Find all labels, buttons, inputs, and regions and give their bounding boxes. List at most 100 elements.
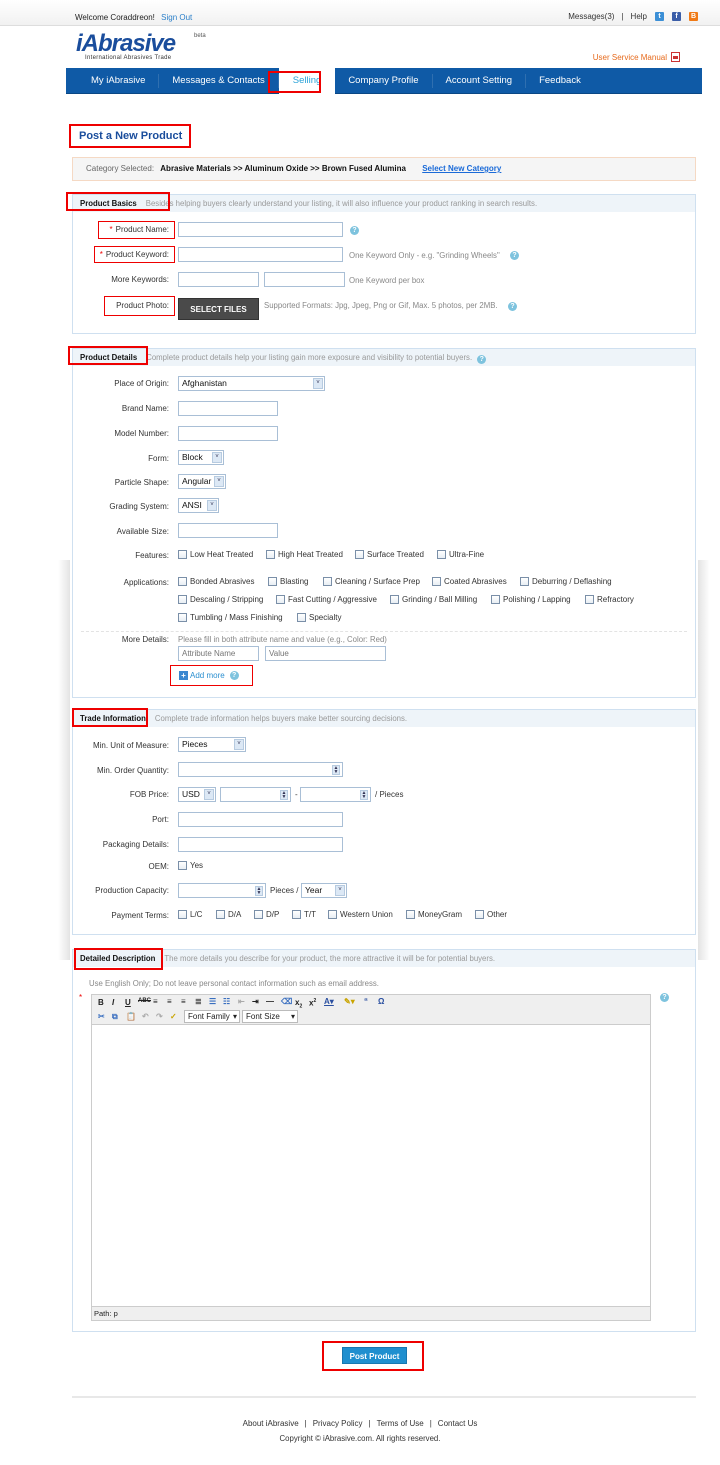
cleanup-icon[interactable]: ✓ bbox=[170, 1012, 177, 1021]
help-icon[interactable]: ? bbox=[510, 251, 519, 260]
attribute-value-input[interactable] bbox=[265, 646, 386, 661]
add-more-link[interactable]: + Add more ? bbox=[179, 671, 239, 680]
align-center-icon[interactable]: ≡ bbox=[167, 997, 172, 1006]
checkbox-icon[interactable] bbox=[491, 595, 500, 604]
payment-checkbox[interactable]: D/P bbox=[254, 910, 279, 919]
editor-content-area[interactable] bbox=[92, 1025, 650, 1306]
horizontal-rule-icon[interactable]: — bbox=[266, 997, 274, 1006]
bold-icon[interactable]: B bbox=[98, 998, 104, 1007]
paste-icon[interactable]: 📋 bbox=[126, 1012, 136, 1021]
fob-max-input[interactable]: ▲ ▼ bbox=[300, 787, 371, 802]
checkbox-icon[interactable] bbox=[276, 595, 285, 604]
footer-link-contact[interactable]: Contact Us bbox=[438, 1419, 478, 1428]
port-input[interactable] bbox=[178, 812, 343, 827]
application-checkbox[interactable]: Grinding / Ball Milling bbox=[390, 595, 477, 604]
underline-icon[interactable]: U bbox=[125, 998, 131, 1007]
application-checkbox[interactable]: Coated Abrasives bbox=[432, 577, 507, 586]
feature-checkbox[interactable]: Surface Treated bbox=[355, 550, 424, 559]
checkbox-icon[interactable] bbox=[178, 595, 187, 604]
align-left-icon[interactable]: ≡ bbox=[153, 997, 158, 1006]
spinner-icon[interactable]: ▲ ▼ bbox=[360, 790, 368, 800]
copy-icon[interactable]: ⧉ bbox=[112, 1012, 118, 1022]
special-char-icon[interactable]: Ω bbox=[378, 997, 384, 1006]
cut-icon[interactable]: ✂ bbox=[98, 1012, 105, 1021]
spinner-icon[interactable]: ▲ ▼ bbox=[280, 790, 288, 800]
feature-checkbox[interactable]: High Heat Treated bbox=[266, 550, 343, 559]
checkbox-icon[interactable] bbox=[297, 613, 306, 622]
capacity-period-select[interactable]: Year ˅ bbox=[301, 883, 347, 898]
checkbox-icon[interactable] bbox=[178, 861, 187, 870]
remove-format-icon[interactable]: ⌫ bbox=[281, 997, 292, 1006]
footer-link-terms[interactable]: Terms of Use bbox=[377, 1419, 424, 1428]
application-checkbox[interactable]: Refractory bbox=[585, 595, 634, 604]
checkbox-icon[interactable] bbox=[216, 910, 225, 919]
subscript-icon[interactable]: x2 bbox=[295, 998, 302, 1010]
checkbox-icon[interactable] bbox=[432, 577, 441, 586]
capacity-input[interactable]: ▲ ▼ bbox=[178, 883, 266, 898]
twitter-icon[interactable]: t bbox=[655, 12, 664, 21]
nav-company-profile[interactable]: Company Profile bbox=[335, 73, 433, 88]
payment-checkbox[interactable]: T/T bbox=[292, 910, 316, 919]
payment-checkbox[interactable]: D/A bbox=[216, 910, 241, 919]
form-select[interactable]: Block ˅ bbox=[178, 450, 224, 465]
application-checkbox[interactable]: Blasting bbox=[268, 577, 308, 586]
strikethrough-icon[interactable]: ABC bbox=[138, 998, 151, 1004]
checkbox-icon[interactable] bbox=[585, 595, 594, 604]
help-icon[interactable]: ? bbox=[508, 302, 517, 311]
currency-select[interactable]: USD ˅ bbox=[178, 787, 216, 802]
checkbox-icon[interactable] bbox=[328, 910, 337, 919]
help-icon[interactable]: ? bbox=[229, 671, 239, 680]
payment-checkbox[interactable]: MoneyGram bbox=[406, 910, 462, 919]
help-icon[interactable]: ? bbox=[660, 993, 669, 1002]
blogger-icon[interactable]: B bbox=[689, 12, 698, 21]
product-name-input[interactable] bbox=[178, 222, 343, 237]
select-files-button[interactable]: SELECT FILES bbox=[178, 298, 259, 320]
checkbox-icon[interactable] bbox=[406, 910, 415, 919]
min-unit-select[interactable]: Pieces ˅ bbox=[178, 737, 246, 752]
undo-icon[interactable]: ↶ bbox=[142, 1012, 149, 1021]
application-checkbox[interactable]: Tumbling / Mass Finishing bbox=[178, 613, 283, 622]
blockquote-icon[interactable]: “ bbox=[364, 997, 368, 1006]
font-size-select[interactable]: Font Size ▾ bbox=[242, 1010, 298, 1023]
checkbox-icon[interactable] bbox=[268, 577, 277, 586]
oem-checkbox[interactable]: Yes bbox=[178, 861, 203, 870]
brand-name-input[interactable] bbox=[178, 401, 278, 416]
payment-checkbox[interactable]: L/C bbox=[178, 910, 202, 919]
spinner-icon[interactable]: ▲ ▼ bbox=[255, 886, 263, 896]
align-right-icon[interactable]: ≡ bbox=[181, 997, 186, 1006]
checkbox-icon[interactable] bbox=[178, 577, 187, 586]
messages-link[interactable]: Messages(3) bbox=[568, 12, 614, 21]
payment-checkbox[interactable]: Other bbox=[475, 910, 507, 919]
application-checkbox[interactable]: Specialty bbox=[297, 613, 341, 622]
checkbox-icon[interactable] bbox=[178, 613, 187, 622]
checkbox-icon[interactable] bbox=[254, 910, 263, 919]
particle-shape-select[interactable]: Angular ˅ bbox=[178, 474, 226, 489]
feature-checkbox[interactable]: Ultra-Fine bbox=[437, 550, 484, 559]
post-product-button[interactable]: Post Product bbox=[342, 1347, 407, 1364]
place-of-origin-select[interactable]: Afghanistan ˅ bbox=[178, 376, 325, 391]
site-logo[interactable]: iAbrasive beta International Abrasives T… bbox=[76, 30, 206, 61]
justify-icon[interactable]: ≣ bbox=[195, 997, 202, 1006]
italic-icon[interactable]: I bbox=[112, 998, 114, 1007]
feature-checkbox[interactable]: Low Heat Treated bbox=[178, 550, 253, 559]
grading-system-select[interactable]: ANSI ˅ bbox=[178, 498, 219, 513]
attribute-name-input[interactable] bbox=[178, 646, 259, 661]
redo-icon[interactable]: ↷ bbox=[156, 1012, 163, 1021]
bullet-list-icon[interactable]: ☰ bbox=[209, 997, 216, 1006]
application-checkbox[interactable]: Fast Cutting / Aggressive bbox=[276, 595, 377, 604]
application-checkbox[interactable]: Bonded Abrasives bbox=[178, 577, 255, 586]
checkbox-icon[interactable] bbox=[292, 910, 301, 919]
checkbox-icon[interactable] bbox=[475, 910, 484, 919]
nav-my-iabrasive[interactable]: My iAbrasive bbox=[66, 73, 160, 88]
select-new-category-link[interactable]: Select New Category bbox=[422, 164, 501, 173]
application-checkbox[interactable]: Polishing / Lapping bbox=[491, 595, 571, 604]
checkbox-icon[interactable] bbox=[437, 550, 446, 559]
checkbox-icon[interactable] bbox=[390, 595, 399, 604]
outdent-icon[interactable]: ⇤ bbox=[238, 997, 245, 1006]
checkbox-icon[interactable] bbox=[355, 550, 364, 559]
more-keyword-input-1[interactable] bbox=[178, 272, 259, 287]
application-checkbox[interactable]: Cleaning / Surface Prep bbox=[323, 577, 420, 586]
indent-icon[interactable]: ⇥ bbox=[252, 997, 259, 1006]
help-link[interactable]: Help bbox=[631, 12, 647, 21]
fob-min-input[interactable]: ▲ ▼ bbox=[220, 787, 291, 802]
